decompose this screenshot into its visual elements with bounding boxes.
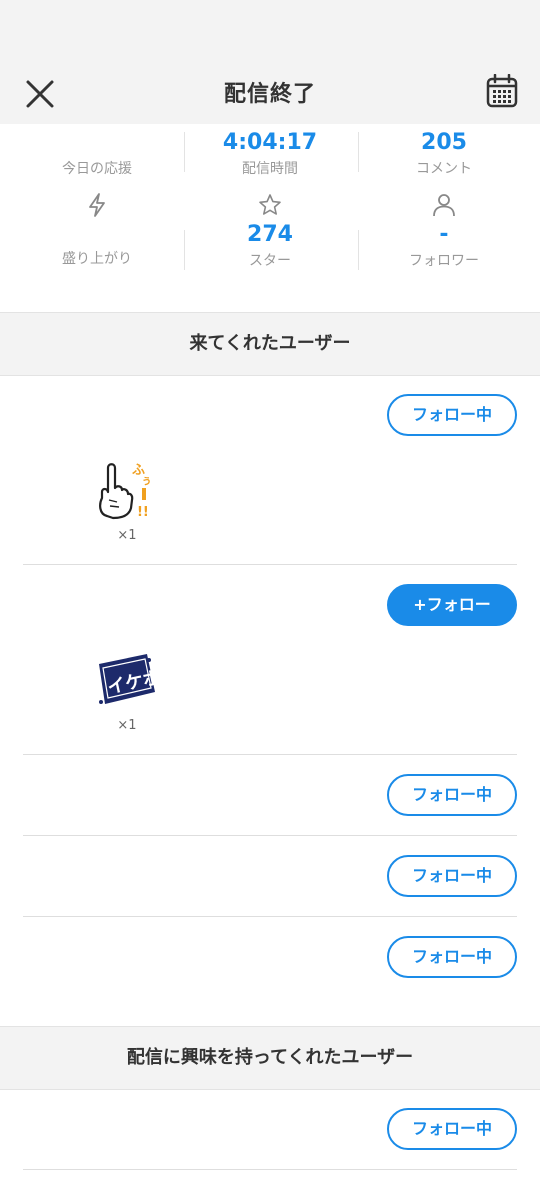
stat-value: 205 [421, 130, 467, 155]
stat-followers: - フォロワー [357, 190, 531, 270]
finger-point-stamp: ふ ぅ !! [95, 460, 159, 520]
list-item: フォロー中 ふ ぅ !! ×1 [23, 376, 517, 565]
visitors-section-header: 来てくれたユーザー [0, 312, 540, 376]
stat-value: 274 [247, 222, 293, 247]
stat-label: フォロワー [409, 253, 479, 269]
svg-text:ぅ: ぅ [141, 474, 152, 487]
list-item: フォロー中 [23, 918, 517, 997]
stat-value: - [439, 222, 449, 247]
svg-text:!!: !! [137, 505, 149, 520]
stat-today-support: 今日の応援 [10, 128, 184, 178]
stat-label: 配信時間 [242, 161, 298, 177]
interested-section-header: 配信に興味を持ってくれたユーザー [0, 1026, 540, 1090]
stat-label: 今日の応援 [62, 161, 132, 177]
stat-stream-time: 4:04:17 配信時間 [183, 128, 357, 178]
follow-button[interactable]: +フォロー [387, 584, 517, 626]
stat-label: スター [249, 253, 291, 269]
stat-comments: 205 コメント [357, 128, 531, 178]
stamp-count: ×1 [117, 718, 137, 733]
stat-value [10, 128, 184, 158]
list-item: フォロー中 [23, 837, 517, 917]
list-item: フォロー中 [23, 756, 517, 836]
list-item: +フォロー イケボ ×1 [23, 566, 517, 755]
status-bar-area [0, 0, 540, 58]
lightning-icon [10, 190, 184, 220]
page-title: 配信終了 [223, 82, 316, 107]
ikebo-stamp: イケボ [95, 650, 163, 710]
following-button[interactable]: フォロー中 [387, 1108, 517, 1150]
top-bar: 配信終了 [0, 58, 540, 124]
stamp-count: ×1 [117, 528, 137, 543]
calendar-icon [486, 73, 518, 108]
person-icon [357, 190, 531, 220]
list-item: フォロー中 [23, 1090, 517, 1170]
stat-value: 4:04:17 [222, 130, 318, 155]
stats-panel: 今日の応援 4:04:17 配信時間 205 コメント 盛り上がり 274 スタ… [0, 124, 540, 312]
stat-label: コメント [416, 161, 472, 177]
stat-label: 盛り上がり [62, 251, 132, 267]
following-button[interactable]: フォロー中 [387, 855, 517, 897]
stat-stars: 274 スター [183, 190, 357, 270]
following-button[interactable]: フォロー中 [387, 774, 517, 816]
following-button[interactable]: フォロー中 [387, 394, 517, 436]
star-icon [183, 190, 357, 220]
stat-excitement: 盛り上がり [10, 190, 184, 268]
calendar-button[interactable] [486, 73, 518, 108]
following-button[interactable]: フォロー中 [387, 936, 517, 978]
